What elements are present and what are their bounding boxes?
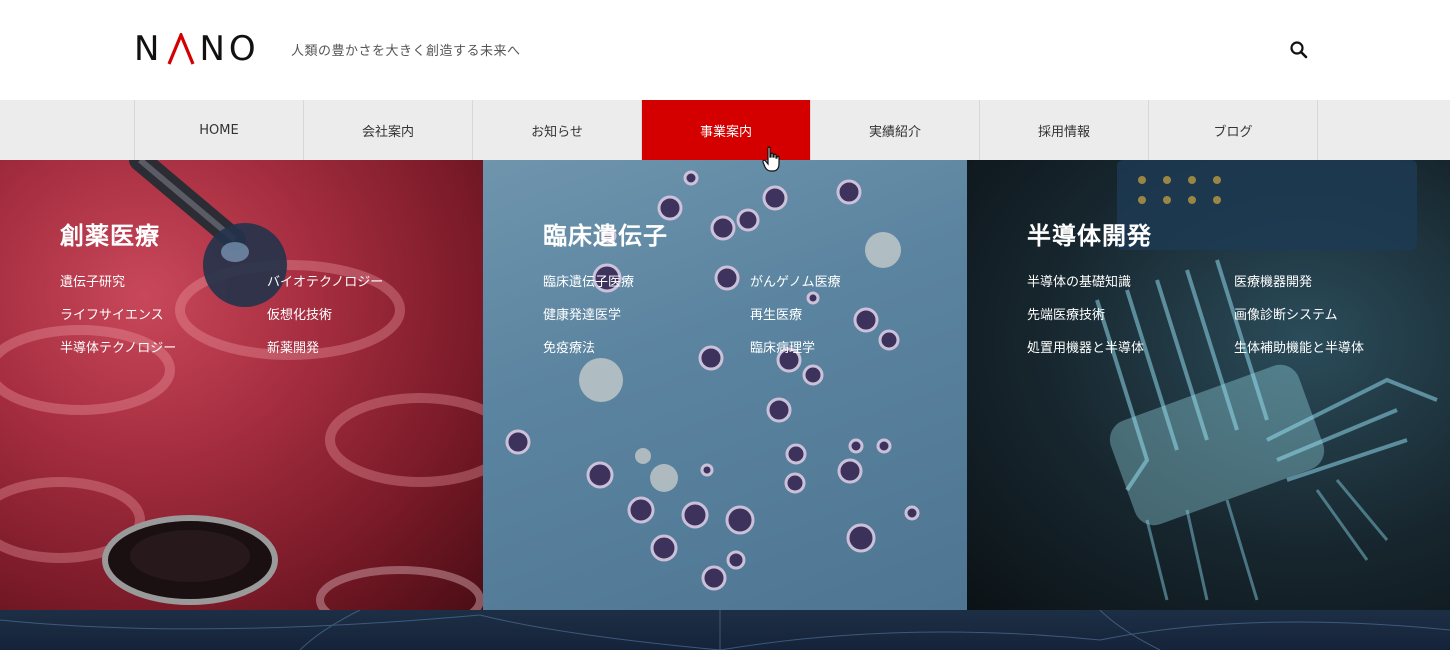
nav-item-works[interactable]: 実績紹介: [811, 100, 980, 160]
logo-letter-o: O: [228, 29, 260, 69]
logo-letter-n: N: [134, 29, 164, 69]
hero-image-strip: [0, 610, 1450, 650]
mega-menu: 創薬医療 遺伝子研究 バイオテクノロジー ライフサイエンス 仮想化技術 半導体テ…: [0, 160, 1450, 610]
link-regenerative-medicine[interactable]: 再生医療: [750, 307, 957, 324]
link-treatment-devices[interactable]: 処置用機器と半導体: [1027, 340, 1234, 357]
nav-item-news[interactable]: お知らせ: [473, 100, 642, 160]
link-life-support[interactable]: 生体補助機能と半導体: [1234, 340, 1441, 357]
link-clinical-pathology[interactable]: 臨床病理学: [750, 340, 957, 357]
link-genetic-research[interactable]: 遺伝子研究: [60, 274, 267, 291]
link-life-science[interactable]: ライフサイエンス: [60, 307, 267, 324]
link-medical-device-dev[interactable]: 医療機器開発: [1234, 274, 1441, 291]
tagline: 人類の豊かさを大きく創造する未来へ: [291, 44, 521, 59]
panel-title[interactable]: 創薬医療: [60, 216, 160, 251]
panel-semiconductor[interactable]: 半導体開発 半導体の基礎知識 医療機器開発 先端医療技術 画像診断システム 処置…: [967, 160, 1450, 610]
nav-list: HOME 会社案内 お知らせ 事業案内 実績紹介 採用情報 ブログ: [134, 100, 1318, 160]
link-clinical-genetic-medicine[interactable]: 臨床遺伝子医療: [543, 274, 750, 291]
main-nav: HOME 会社案内 お知らせ 事業案内 実績紹介 採用情報 ブログ: [0, 100, 1450, 160]
link-immunotherapy[interactable]: 免疫療法: [543, 340, 750, 357]
link-semiconductor-basics[interactable]: 半導体の基礎知識: [1027, 274, 1234, 291]
logo-a-mark: [167, 33, 195, 65]
link-health-development[interactable]: 健康発達医学: [543, 307, 750, 324]
nav-item-home[interactable]: HOME: [135, 100, 304, 160]
link-advanced-medical-tech[interactable]: 先端医療技術: [1027, 307, 1234, 324]
panel-title[interactable]: 半導体開発: [1027, 216, 1152, 251]
site-header: N N O 人類の豊かさを大きく創造する未来へ: [0, 0, 1450, 100]
nav-item-blog[interactable]: ブログ: [1149, 100, 1318, 160]
panel-drug-discovery[interactable]: 創薬医療 遺伝子研究 バイオテクノロジー ライフサイエンス 仮想化技術 半導体テ…: [0, 160, 483, 610]
panel-links: 臨床遺伝子医療 がんゲノム医療 健康発達医学 再生医療 免疫療法 臨床病理学: [543, 274, 957, 357]
panel-title[interactable]: 臨床遺伝子: [543, 216, 668, 251]
search-icon[interactable]: [1287, 38, 1311, 62]
logo-letter-n2: N: [199, 29, 229, 69]
link-cancer-genome[interactable]: がんゲノム医療: [750, 274, 957, 291]
hand-cursor-icon: [762, 146, 780, 172]
nav-item-business[interactable]: 事業案内: [642, 100, 811, 160]
link-new-drug[interactable]: 新薬開発: [267, 340, 474, 357]
link-virtualization[interactable]: 仮想化技術: [267, 307, 474, 324]
panel-clinical-genetics[interactable]: 臨床遺伝子 臨床遺伝子医療 がんゲノム医療 健康発達医学 再生医療 免疫療法 臨…: [483, 160, 967, 610]
panel-links: 半導体の基礎知識 医療機器開発 先端医療技術 画像診断システム 処置用機器と半導…: [1027, 274, 1441, 357]
nav-item-company[interactable]: 会社案内: [304, 100, 473, 160]
leaf-texture-image: [0, 610, 1450, 650]
link-imaging-diagnosis[interactable]: 画像診断システム: [1234, 307, 1441, 324]
link-biotechnology[interactable]: バイオテクノロジー: [267, 274, 474, 291]
link-semiconductor-tech[interactable]: 半導体テクノロジー: [60, 340, 267, 357]
nav-item-recruit[interactable]: 採用情報: [980, 100, 1149, 160]
site-logo[interactable]: N N O: [134, 29, 260, 69]
panel-links: 遺伝子研究 バイオテクノロジー ライフサイエンス 仮想化技術 半導体テクノロジー…: [60, 274, 474, 357]
